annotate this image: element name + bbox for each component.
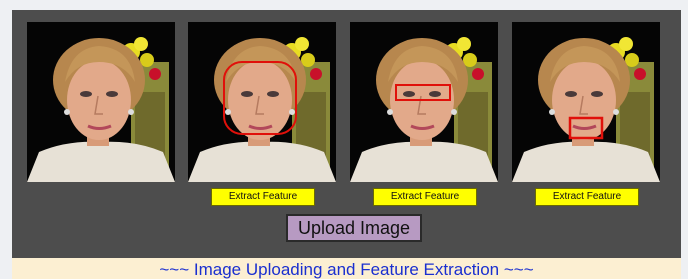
portrait-image bbox=[188, 22, 336, 182]
footer-caption: ~~~ Image Uploading and Feature Extracti… bbox=[12, 258, 681, 279]
mouth-detected-photo bbox=[512, 22, 660, 182]
original-photo bbox=[27, 22, 175, 182]
extract-mouth-button[interactable]: Extract Feature bbox=[535, 188, 639, 206]
portrait-image bbox=[350, 22, 498, 182]
app-panel: Extract Feature Extract Feature Extract … bbox=[12, 10, 681, 258]
portrait-image bbox=[27, 22, 175, 182]
extract-face-button[interactable]: Extract Feature bbox=[211, 188, 315, 206]
eyes-detected-photo bbox=[350, 22, 498, 182]
face-detected-photo bbox=[188, 22, 336, 182]
upload-image-button[interactable]: Upload Image bbox=[286, 214, 422, 242]
portrait-image bbox=[512, 22, 660, 182]
extract-eyes-button[interactable]: Extract Feature bbox=[373, 188, 477, 206]
